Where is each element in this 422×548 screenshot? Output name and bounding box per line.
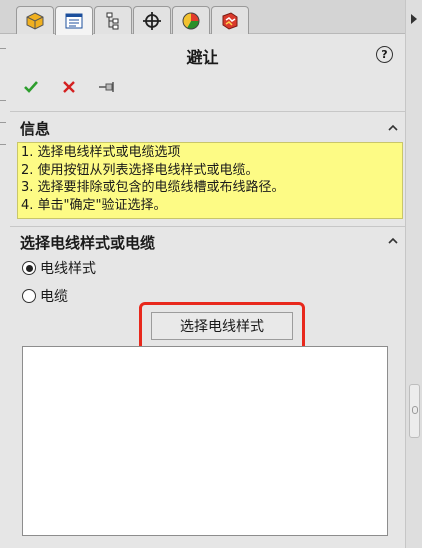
ok-button[interactable]: [20, 76, 42, 98]
tab-routing[interactable]: [211, 6, 249, 34]
routing-icon: [222, 11, 238, 30]
tab-configurationmanager[interactable]: [94, 6, 132, 34]
help-icon[interactable]: ?: [376, 46, 393, 63]
info-message-box: 1. 选择电线样式或电缆选项 2. 使用按钮从列表选择电线样式或电缆。 3. 选…: [17, 142, 403, 219]
divider: [10, 226, 405, 227]
chevron-up-icon[interactable]: [388, 236, 398, 246]
selection-list[interactable]: [22, 346, 388, 536]
property-manager-icon: [65, 13, 83, 29]
info-section-title: 信息: [20, 120, 51, 138]
left-panel-edge: [0, 30, 6, 548]
select-section-title: 选择电线样式或电缆: [20, 234, 156, 252]
action-bar: [20, 76, 118, 98]
info-line: 4. 单击"确定"验证选择。: [21, 197, 167, 213]
panel-resize-handle[interactable]: [409, 384, 420, 438]
checkmark-icon: [24, 81, 38, 93]
pin-button[interactable]: [96, 76, 118, 98]
configuration-icon: [106, 12, 119, 29]
chevron-up-icon[interactable]: [388, 123, 398, 133]
tab-display[interactable]: [172, 6, 210, 34]
crosshair-icon: [143, 11, 161, 30]
info-line: 1. 选择电线样式或电缆选项: [21, 145, 181, 160]
radio-label: 电线样式: [40, 261, 96, 277]
expand-arrow-icon[interactable]: [411, 14, 417, 24]
feature-tree-icon: [26, 11, 44, 30]
radio-button[interactable]: [22, 289, 36, 303]
divider: [10, 111, 405, 112]
radio-label: 电缆: [40, 289, 68, 305]
cancel-button[interactable]: [58, 76, 80, 98]
tab-featuremanager[interactable]: [16, 6, 54, 34]
close-icon: [63, 81, 75, 93]
info-line: 2. 使用按钮从列表选择电线样式或电缆。: [21, 162, 259, 178]
tab-dimxpert[interactable]: [133, 6, 171, 34]
display-pie-icon: [182, 12, 200, 29]
tab-propertymanager[interactable]: [55, 6, 93, 35]
radio-wire-style[interactable]: 电线样式: [22, 258, 96, 278]
right-collapse-strip: [405, 0, 422, 548]
select-wire-style-button[interactable]: 选择电线样式: [151, 312, 293, 340]
manager-tab-strip: [0, 0, 405, 35]
info-line: 3. 选择要排除或包含的电缆线槽或布线路径。: [21, 180, 285, 195]
radio-cable[interactable]: 电缆: [22, 286, 68, 306]
radio-button[interactable]: [22, 261, 36, 275]
page-title: 避让: [186, 48, 219, 67]
pushpin-icon: [99, 82, 114, 92]
